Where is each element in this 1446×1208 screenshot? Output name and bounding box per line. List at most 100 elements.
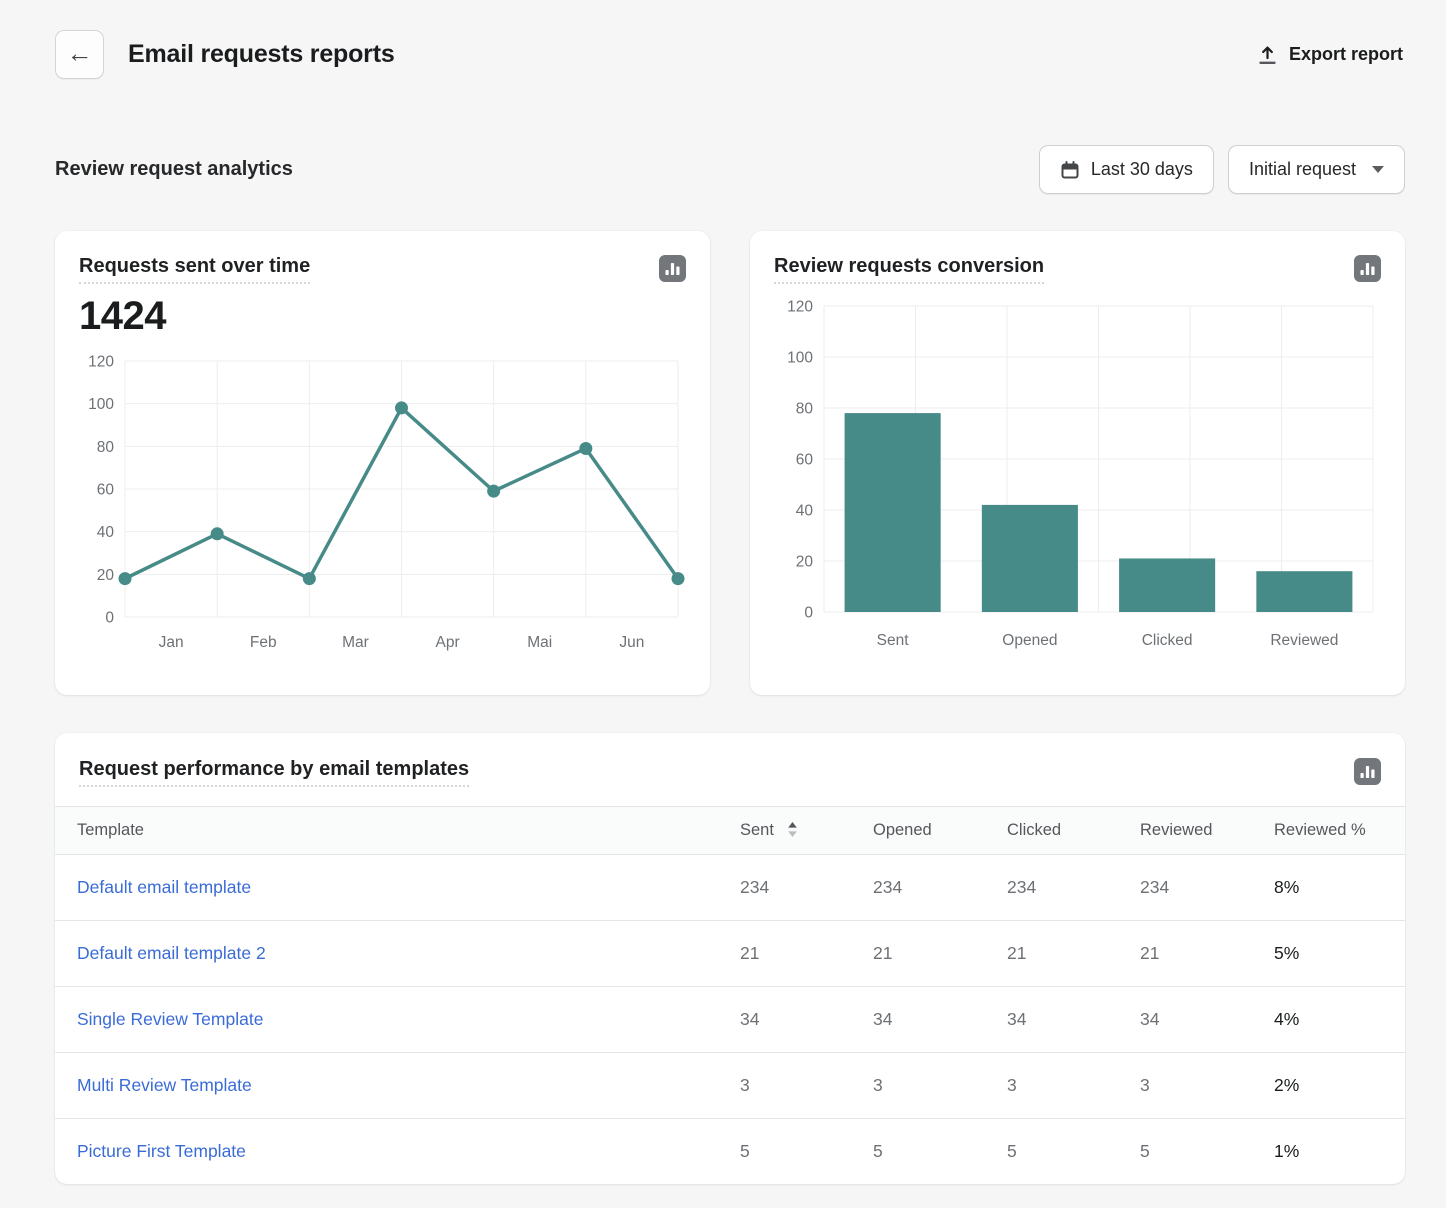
sent-value: 5 — [740, 1119, 873, 1185]
sent-value: 21 — [740, 921, 873, 987]
export-report-button[interactable]: Export report — [1255, 40, 1405, 70]
header-left: ← Email requests reports — [55, 30, 395, 79]
conversion-title: Review requests conversion — [774, 255, 1044, 278]
reviewed-value: 234 — [1140, 855, 1274, 921]
opened-value: 34 — [873, 987, 1007, 1053]
back-arrow-icon: ← — [67, 40, 93, 66]
column-header-sent[interactable]: Sent — [740, 807, 873, 855]
sent-value: 3 — [740, 1053, 873, 1119]
template-cell: Default email template — [55, 855, 740, 921]
templates-table-body: Default email template2342342342348%Defa… — [55, 855, 1405, 1185]
sent-value: 34 — [740, 987, 873, 1053]
table-header-row: Template Sent Opened Clicked Reviewed Re… — [55, 807, 1405, 855]
bar-chart-toggle-icon[interactable] — [1354, 255, 1381, 282]
svg-text:Clicked: Clicked — [1142, 632, 1193, 649]
mini-bar-chart-icon — [1359, 260, 1376, 277]
page-header: ← Email requests reports Export report — [55, 30, 1405, 79]
table-row: Picture First Template55551% — [55, 1119, 1405, 1185]
date-range-label: Last 30 days — [1091, 159, 1193, 180]
mini-bar-chart-icon — [1359, 763, 1376, 780]
toolbar-actions: Last 30 days Initial request — [1039, 145, 1405, 194]
svg-text:60: 60 — [796, 451, 814, 468]
opened-value: 3 — [873, 1053, 1007, 1119]
reviewed-pct-value: 1% — [1274, 1119, 1405, 1185]
svg-text:0: 0 — [804, 604, 813, 621]
clicked-value: 5 — [1007, 1119, 1140, 1185]
opened-value: 5 — [873, 1119, 1007, 1185]
email-requests-reports-page: ← Email requests reports Export report R… — [0, 0, 1446, 1204]
templates-table-head: Request performance by email templates — [55, 733, 1405, 806]
template-link[interactable]: Single Review Template — [77, 1009, 263, 1029]
date-range-button[interactable]: Last 30 days — [1039, 145, 1214, 194]
svg-text:60: 60 — [97, 481, 115, 498]
template-link[interactable]: Default email template — [77, 877, 251, 897]
svg-text:Sent: Sent — [877, 632, 910, 649]
clicked-value: 3 — [1007, 1053, 1140, 1119]
svg-text:20: 20 — [796, 553, 814, 570]
template-link[interactable]: Default email template 2 — [77, 943, 266, 963]
template-link[interactable]: Multi Review Template — [77, 1075, 252, 1095]
clicked-value: 21 — [1007, 921, 1140, 987]
template-cell: Default email template 2 — [55, 921, 740, 987]
analytics-toolbar: Review request analytics Last 30 days In… — [55, 145, 1405, 194]
template-cell: Single Review Template — [55, 987, 740, 1053]
analytics-cards: Requests sent over time 1424 0 20 40 60 80 10… — [55, 231, 1405, 695]
requests-sent-card: Requests sent over time 1424 02040608010… — [55, 231, 710, 695]
opened-value: 21 — [873, 921, 1007, 987]
svg-text:100: 100 — [88, 396, 114, 413]
column-header-reviewed-pct: Reviewed % — [1274, 807, 1405, 855]
requests-sent-total: 1424 — [79, 294, 686, 339]
svg-text:Apr: Apr — [436, 634, 460, 651]
svg-text:120: 120 — [787, 298, 813, 315]
svg-text:Mai: Mai — [527, 634, 552, 651]
svg-text:120: 120 — [88, 353, 114, 370]
back-button[interactable]: ← — [55, 30, 104, 79]
mini-bar-chart-icon — [664, 260, 681, 277]
clicked-value: 34 — [1007, 987, 1140, 1053]
section-title: Review request analytics — [55, 158, 293, 181]
sent-value: 234 — [740, 855, 873, 921]
requests-sent-card-head: Requests sent over time — [79, 255, 686, 282]
reviewed-value: 3 — [1140, 1053, 1274, 1119]
svg-text:Jun: Jun — [619, 634, 644, 651]
table-row: Default email template 2212121215% — [55, 921, 1405, 987]
templates-table: Template Sent Opened Clicked Reviewed Re… — [55, 806, 1405, 1184]
bar-chart-toggle-icon[interactable] — [1354, 758, 1381, 785]
template-cell: Multi Review Template — [55, 1053, 740, 1119]
conversion-card-head: Review requests conversion — [774, 255, 1381, 282]
template-cell: Picture First Template — [55, 1119, 740, 1185]
bar-chart-toggle-icon[interactable] — [659, 255, 686, 282]
table-row: Default email template2342342342348% — [55, 855, 1405, 921]
svg-text:40: 40 — [97, 524, 115, 541]
reviewed-pct-value: 2% — [1274, 1053, 1405, 1119]
sort-icon — [787, 821, 798, 838]
svg-text:Opened: Opened — [1002, 632, 1057, 649]
svg-text:Reviewed: Reviewed — [1270, 632, 1338, 649]
reviewed-value: 34 — [1140, 987, 1274, 1053]
reviewed-pct-value: 4% — [1274, 987, 1405, 1053]
conversion-card: Review requests conversion 0 20 40 60 80 100 1… — [750, 231, 1405, 695]
bar-chart: 0 20 40 60 80 100 120 Sent Opened Clicked Reviewed — [774, 290, 1381, 658]
svg-text:20: 20 — [97, 567, 115, 584]
svg-text:80: 80 — [796, 400, 814, 417]
reviewed-value: 5 — [1140, 1119, 1274, 1185]
column-header-opened: Opened — [873, 807, 1007, 855]
request-type-dropdown[interactable]: Initial request — [1228, 145, 1405, 194]
requests-sent-title: Requests sent over time — [79, 255, 310, 278]
clicked-value: 234 — [1007, 855, 1140, 921]
chevron-down-icon — [1372, 166, 1384, 173]
reviewed-pct-value: 5% — [1274, 921, 1405, 987]
templates-table-card: Request performance by email templates T… — [55, 733, 1405, 1184]
svg-text:40: 40 — [796, 502, 814, 519]
svg-text:100: 100 — [787, 349, 813, 366]
table-row: Single Review Template343434344% — [55, 987, 1405, 1053]
column-header-template: Template — [55, 807, 740, 855]
line-chart: 020406080100120JanFebMarAprMaiJun — [79, 347, 686, 659]
template-link[interactable]: Picture First Template — [77, 1141, 246, 1161]
export-report-label: Export report — [1289, 44, 1403, 65]
svg-text:80: 80 — [97, 439, 115, 456]
column-header-clicked: Clicked — [1007, 807, 1140, 855]
column-header-reviewed: Reviewed — [1140, 807, 1274, 855]
svg-text:Feb: Feb — [250, 634, 277, 651]
request-type-label: Initial request — [1249, 159, 1356, 180]
